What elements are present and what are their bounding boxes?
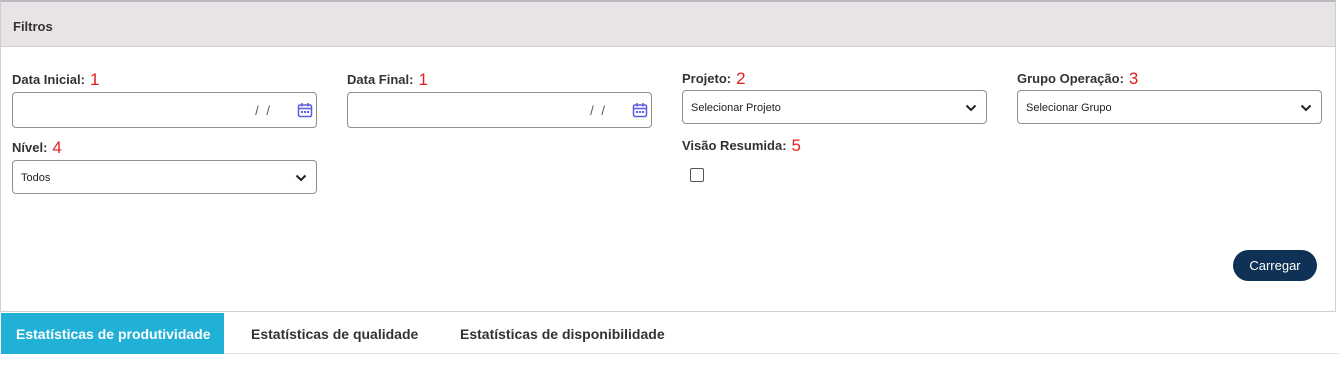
chevron-down-icon [965,104,977,112]
tab-disponibilidade[interactable]: Estatísticas de disponibilidade [460,313,665,354]
nivel-marker: 4 [52,138,62,157]
nivel-select[interactable]: Todos [12,160,317,194]
data-final-input[interactable]: / / [347,92,652,128]
chevron-down-icon [295,174,307,182]
chevron-down-icon [1300,104,1312,112]
data-final-mask: / / [590,103,607,118]
projeto-label-text: Projeto: [682,71,732,86]
nivel-label: Nível: 4 [12,137,62,157]
grupo-operacao-label: Grupo Operação: 3 [1017,68,1138,88]
calendar-icon[interactable] [297,102,313,118]
panel-header: Filtros [1,2,1335,47]
visao-resumida-label: Visão Resumida: 5 [682,135,801,155]
panel-title: Filtros [13,19,53,34]
tab-produtividade[interactable]: Estatísticas de produtividade [1,313,224,354]
carregar-button[interactable]: Carregar [1233,250,1317,281]
visao-resumida-label-text: Visão Resumida: [682,138,787,153]
grupo-operacao-selected-value: Selecionar Grupo [1026,102,1112,114]
data-inicial-label-text: Data Inicial: [12,72,85,87]
grupo-operacao-label-text: Grupo Operação: [1017,71,1124,86]
tab-qualidade[interactable]: Estatísticas de qualidade [251,313,418,354]
grupo-operacao-select[interactable]: Selecionar Grupo [1017,90,1322,124]
data-final-label: Data Final: 1 [347,69,428,89]
data-final-label-text: Data Final: [347,72,414,87]
projeto-label: Projeto: 2 [682,68,746,88]
calendar-icon[interactable] [632,102,648,118]
visao-resumida-checkbox[interactable] [690,168,704,182]
data-final-marker: 1 [418,70,428,89]
grupo-operacao-marker: 3 [1128,69,1139,88]
data-inicial-label: Data Inicial: 1 [12,69,99,89]
projeto-select[interactable]: Selecionar Projeto [682,90,987,124]
nivel-label-text: Nível: [12,140,48,155]
visao-resumida-marker: 5 [791,136,801,155]
data-inicial-mask: / / [255,103,272,118]
projeto-marker: 2 [736,69,746,88]
data-inicial-input[interactable]: / / [12,92,317,128]
stats-tabs: Estatísticas de produtividade Estatístic… [0,313,1339,354]
nivel-selected-value: Todos [21,172,51,184]
data-inicial-marker: 1 [89,70,100,89]
projeto-selected-value: Selecionar Projeto [691,102,781,114]
filters-panel: Filtros [0,0,1336,312]
